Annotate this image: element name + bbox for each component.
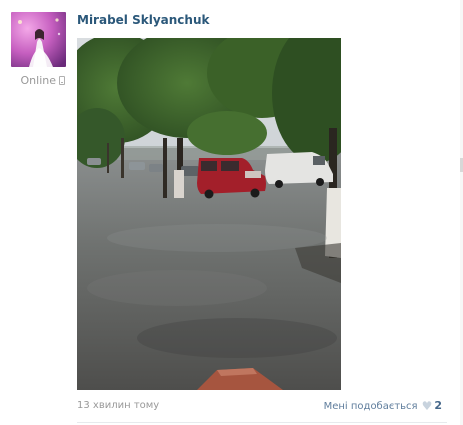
mobile-phone-icon bbox=[59, 76, 65, 85]
post-meta-bar: 13 хвилин тому Мені подобається ♥ 2 bbox=[77, 399, 447, 415]
post-divider bbox=[77, 422, 447, 423]
like-count: 2 bbox=[434, 399, 442, 412]
avatar-image bbox=[11, 12, 66, 67]
heart-icon: ♥ bbox=[421, 399, 433, 413]
rainy-street-photo bbox=[77, 38, 341, 390]
online-status: Online bbox=[0, 74, 76, 87]
post-timestamp: 13 хвилин тому bbox=[77, 400, 160, 411]
author-name-link[interactable]: Mirabel Sklyanchuk bbox=[77, 13, 209, 27]
post-timestamp-link[interactable]: 13 хвилин тому bbox=[77, 400, 162, 411]
like-button[interactable]: Мені подобається ♥ 2 bbox=[324, 399, 442, 413]
author-avatar[interactable] bbox=[11, 12, 66, 67]
like-label: Мені подобається bbox=[323, 401, 418, 412]
post-photo[interactable] bbox=[77, 38, 341, 390]
online-status-label: Online bbox=[20, 74, 56, 87]
